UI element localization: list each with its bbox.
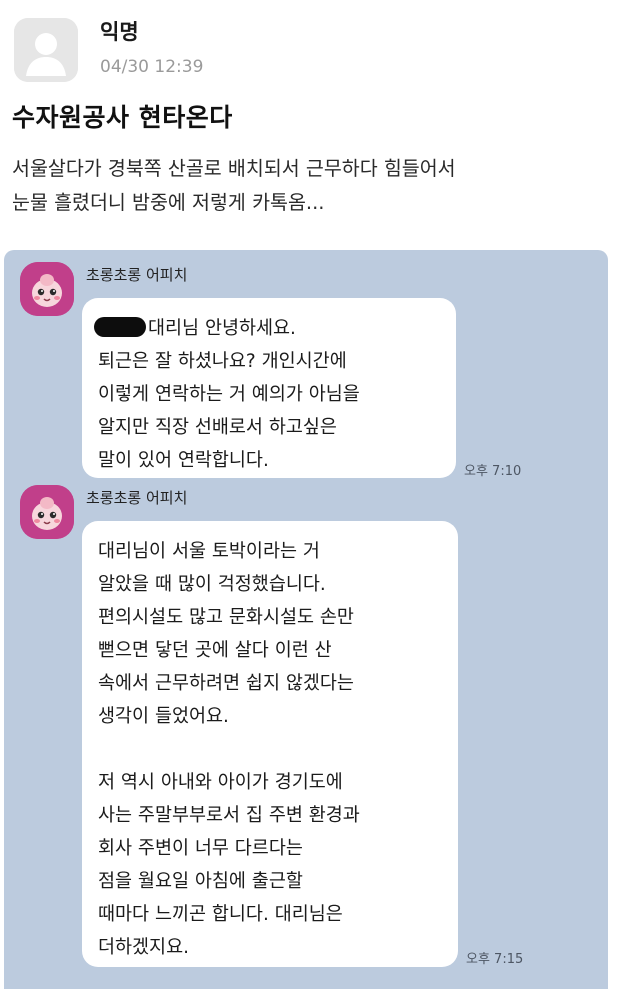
- message-line: 퇴근은 잘 하셨나요? 개인시간에: [98, 351, 347, 372]
- default-profile-avatar[interactable]: [14, 18, 78, 82]
- message-greeting: 대리님 안녕하세요.: [148, 318, 296, 339]
- message-line: 알았을 때 많이 걱정했습니다.: [98, 574, 326, 595]
- message-line: 말이 있어 연락합니다.: [98, 450, 269, 471]
- message-line: 대리님이 서울 토박이라는 거: [98, 541, 320, 562]
- sender-avatar[interactable]: [20, 485, 74, 539]
- apeach-character-icon: [20, 262, 74, 316]
- message-time: 오후 7:10: [464, 464, 522, 479]
- message-line: 뻗으면 닿던 곳에 살다 이런 산: [98, 640, 332, 661]
- sender-avatar[interactable]: [20, 262, 74, 316]
- post-header: 익명 04/30 12:39: [14, 12, 414, 82]
- message-line: 더하겠지요.: [98, 937, 189, 958]
- person-silhouette-icon: [14, 18, 78, 82]
- message-line: 편의시설도 많고 문화시설도 손만: [98, 607, 354, 628]
- post-body-line: 눈물 흘렸더니 밤중에 저렇게 카톡옴...: [12, 191, 325, 214]
- sender-name: 초롱초롱 어피치: [86, 266, 188, 284]
- message-line: 회사 주변이 너무 다르다는: [98, 838, 303, 859]
- chat-screenshot: 초롱초롱 어피치 대리님 안녕하세요. 퇴근은 잘 하셨나요? 개인시간에 이렇…: [4, 250, 608, 989]
- redacted-name-mask: [94, 317, 146, 337]
- post-author: 익명: [100, 20, 139, 44]
- message-bubble[interactable]: 대리님이 서울 토박이라는 거 알았을 때 많이 걱정했습니다. 편의시설도 많…: [82, 521, 458, 967]
- message-bubble[interactable]: 대리님 안녕하세요. 퇴근은 잘 하셨나요? 개인시간에 이렇게 연락하는 거 …: [82, 298, 456, 478]
- apeach-character-icon: [20, 485, 74, 539]
- message-time: 오후 7:15: [466, 952, 524, 967]
- post-body-line: 서울살다가 경북쪽 산골로 배치되서 근무하다 힘들어서: [12, 157, 456, 180]
- message-line: 저 역시 아내와 아이가 경기도에: [98, 772, 343, 793]
- message-line: 이렇게 연락하는 거 예의가 아님을: [98, 384, 360, 405]
- message-line: 사는 주말부부로서 집 주변 환경과: [98, 805, 360, 826]
- sender-name: 초롱초롱 어피치: [86, 489, 188, 507]
- message-line: 대리님 안녕하세요.: [94, 312, 440, 345]
- message-line: 생각이 들었어요.: [98, 706, 229, 727]
- message-line: 속에서 근무하려면 쉽지 않겠다는: [98, 673, 354, 694]
- message-line: 때마다 느끼곤 합니다. 대리님은: [98, 904, 343, 925]
- message-line: 점을 월요일 아침에 출근할: [98, 871, 303, 892]
- post-title: 수자원공사 현타온다: [12, 103, 233, 132]
- post-timestamp: 04/30 12:39: [100, 57, 204, 77]
- message-line: 알지만 직장 선배로서 하고싶은: [98, 417, 337, 438]
- post-body: 서울살다가 경북쪽 산골로 배치되서 근무하다 힘들어서 눈물 흘렸더니 밤중에…: [12, 152, 607, 220]
